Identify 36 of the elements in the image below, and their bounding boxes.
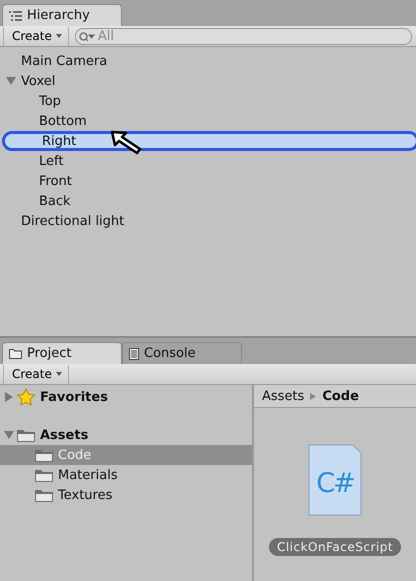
project-tree-item[interactable]: Favorites bbox=[0, 387, 252, 407]
folder-icon bbox=[34, 488, 54, 502]
folder-icon bbox=[34, 448, 54, 462]
pointer-icon bbox=[110, 129, 144, 155]
breadcrumb-item[interactable]: Code bbox=[322, 388, 359, 404]
search-field[interactable]: All bbox=[74, 28, 412, 44]
hierarchy-item[interactable]: Voxel bbox=[0, 71, 416, 91]
hierarchy-item[interactable]: Main Camera bbox=[0, 51, 416, 71]
hierarchy-item[interactable]: Bottom bbox=[0, 111, 416, 131]
expand-arrow-icon[interactable] bbox=[4, 392, 14, 402]
project-tree-item[interactable]: Textures bbox=[0, 485, 252, 505]
panel-tab[interactable]: Project bbox=[2, 342, 122, 364]
caret-icon bbox=[56, 34, 62, 38]
project-tree-item[interactable]: Assets bbox=[0, 425, 252, 445]
folder-icon bbox=[9, 348, 22, 359]
hierarchy-tab[interactable]: Hierarchy bbox=[2, 4, 122, 26]
caret-icon bbox=[56, 372, 62, 376]
folder-icon bbox=[34, 468, 54, 482]
asset-name[interactable]: ClickOnFaceScript bbox=[268, 538, 402, 556]
create-dropdown[interactable]: Create bbox=[3, 26, 69, 46]
hierarchy-item[interactable]: Back bbox=[0, 191, 416, 211]
hierarchy-item[interactable]: Front bbox=[0, 171, 416, 191]
folder-icon bbox=[16, 428, 36, 442]
star-icon bbox=[16, 388, 36, 406]
separator-arrow-icon bbox=[310, 392, 316, 400]
document-icon bbox=[129, 348, 139, 360]
hierarchy-item[interactable]: Top bbox=[0, 91, 416, 111]
create-dropdown[interactable]: Create bbox=[3, 364, 69, 384]
project-tree-item[interactable]: Materials bbox=[0, 465, 252, 485]
collapse-arrow-icon[interactable] bbox=[6, 76, 16, 86]
collapse-arrow-icon[interactable] bbox=[4, 430, 14, 440]
hierarchy-item[interactable]: Left bbox=[0, 151, 416, 171]
panel-tab[interactable]: Console bbox=[122, 342, 242, 364]
breadcrumb-item[interactable]: Assets bbox=[262, 388, 304, 404]
list-icon bbox=[9, 10, 22, 20]
hierarchy-item[interactable]: Directional light bbox=[0, 211, 416, 231]
